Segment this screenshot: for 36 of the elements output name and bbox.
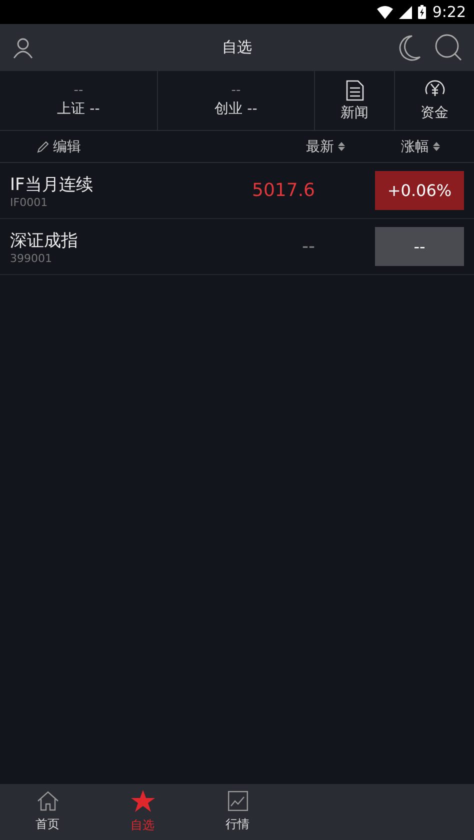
tab[interactable]: 首页 <box>0 784 95 840</box>
index-label: 上证 -- <box>57 100 100 118</box>
index-panel[interactable]: -- 上证 -- <box>0 71 158 130</box>
header-title: 自选 <box>222 38 252 57</box>
sort-button[interactable]: 涨幅 <box>401 138 440 156</box>
index-value: -- <box>74 83 84 98</box>
edit-button[interactable]: 编辑 <box>37 138 81 156</box>
stock-name: 深证成指 <box>10 230 79 252</box>
stock-code: IF0001 <box>10 196 49 208</box>
sort-icon <box>338 142 345 151</box>
index-value: -- <box>231 83 241 98</box>
search-icon[interactable] <box>435 34 462 61</box>
sort-icon <box>433 142 440 151</box>
sort-button[interactable]: 最新 <box>306 138 345 156</box>
chart-icon <box>228 791 248 811</box>
change-badge[interactable]: +0.06% <box>375 171 464 210</box>
stock-price: -- <box>301 236 315 257</box>
shortcut-button[interactable]: 新闻 <box>315 71 395 130</box>
signal-icon <box>399 6 412 18</box>
moon-icon[interactable] <box>399 34 421 60</box>
star-icon <box>130 790 154 812</box>
wifi-icon <box>377 6 394 18</box>
user-icon[interactable] <box>12 36 34 58</box>
document-icon <box>346 80 364 100</box>
stock-price: 5017.6 <box>251 180 315 201</box>
status-time: 9:22 <box>432 3 466 21</box>
stock-code: 399001 <box>10 252 53 264</box>
shortcut-button[interactable]: 资金 <box>395 71 474 130</box>
index-label: 创业 -- <box>214 100 258 118</box>
pencil-icon <box>37 140 49 152</box>
stock-name: IF当月连续 <box>10 174 94 196</box>
battery-icon <box>418 5 426 19</box>
tab[interactable]: 行情 <box>190 784 285 840</box>
index-panel[interactable]: -- 创业 -- <box>158 71 315 130</box>
change-badge[interactable]: -- <box>375 227 464 266</box>
home-icon <box>36 791 58 811</box>
